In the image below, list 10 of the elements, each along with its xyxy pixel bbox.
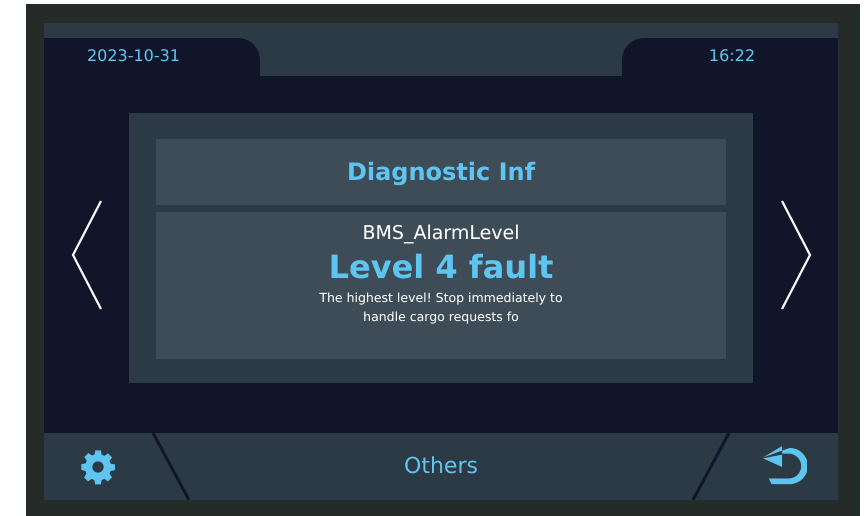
time-text: 16:22 [708,46,755,65]
description-line: The highest level! Stop immediately to [319,289,563,307]
signal-name: BMS_AlarmLevel [362,222,520,244]
page-title: Others [404,454,478,479]
description-line: handle cargo requests fo [363,308,519,326]
next-icon[interactable] [780,198,812,310]
card-title: Diagnostic Inf [346,158,536,186]
date-text: 2023-10-31 [87,46,180,65]
previous-icon[interactable] [70,198,102,310]
fault-value: Level 4 fault [328,248,554,286]
